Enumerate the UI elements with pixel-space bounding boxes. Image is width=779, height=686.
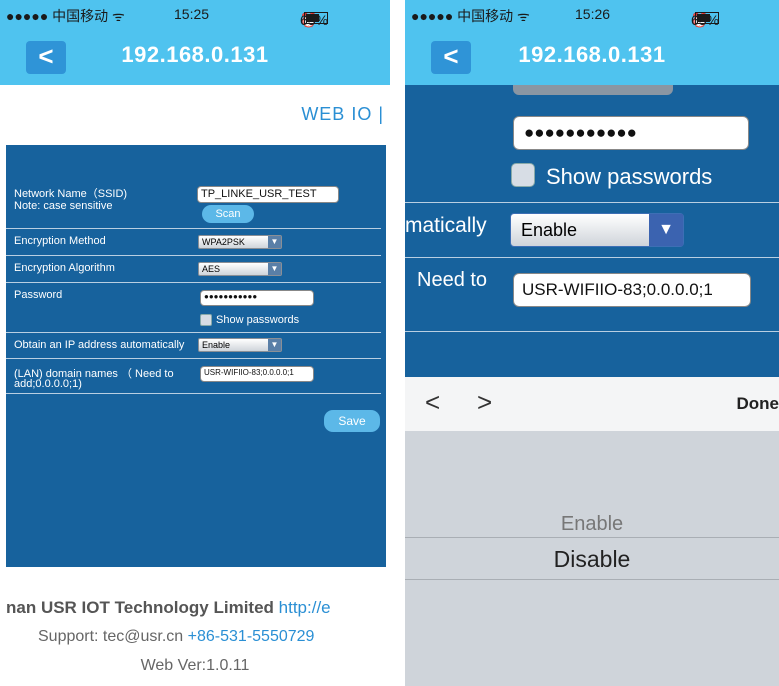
domain-input[interactable]: USR-WIFIIO-83;0.0.0.0;1 xyxy=(200,366,314,382)
clock: 15:26 xyxy=(575,6,611,22)
select-edge xyxy=(513,85,673,95)
divider xyxy=(6,255,381,256)
done-button[interactable]: Done xyxy=(737,394,779,414)
battery-icon xyxy=(304,12,328,24)
picker-divider xyxy=(405,537,779,538)
dhcp-select[interactable]: Enable ▼ xyxy=(510,213,684,247)
show-passwords-label: Show passwords xyxy=(216,314,300,326)
chevron-down-icon: ▼ xyxy=(268,236,281,248)
carrier-label: ●●●●● 中国移动 ᯤ xyxy=(6,8,125,24)
version-line: Web Ver:1.0.11 xyxy=(140,657,250,674)
chevron-down-icon: ▼ xyxy=(649,214,683,246)
battery-icon xyxy=(695,12,719,24)
webio-link[interactable]: WEB IO | xyxy=(301,104,384,125)
divider xyxy=(6,332,381,333)
dhcp-value: Enable xyxy=(202,340,231,350)
dhcp-select[interactable]: Enable ▼ xyxy=(198,338,282,352)
enc-alg-value: AES xyxy=(202,264,221,274)
picker-divider xyxy=(405,579,779,580)
save-button[interactable]: Save xyxy=(324,410,380,432)
password-input[interactable]: ●●●●●●●●●●● xyxy=(513,116,749,150)
enc-method-label: Encryption Method xyxy=(14,235,106,247)
show-passwords-checkbox[interactable] xyxy=(200,314,212,326)
divider xyxy=(6,393,381,394)
password-label: Password xyxy=(14,289,63,301)
domain-label: Need to xyxy=(417,269,488,291)
chevron-down-icon: ▼ xyxy=(268,339,281,351)
company-name: nan USR IOT Technology Limited xyxy=(6,598,274,617)
zoomed-form: ●●●●●●●●●●● Show passwords matically Ena… xyxy=(405,85,779,377)
status-bar: ●●●●● 中国移动 ᯤ 15:25 ⏰ 65% xyxy=(0,0,390,28)
page-title: 192.168.0.131 xyxy=(121,42,269,67)
password-input[interactable]: ●●●●●●●●●●● xyxy=(200,290,314,306)
company-link[interactable]: http://e xyxy=(279,598,331,617)
picker-option[interactable]: Enable xyxy=(405,513,779,536)
clock: 15:25 xyxy=(174,6,210,22)
left-screenshot: ●●●●● 中国移动 ᯤ 15:25 ⏰ 65% < 192.168.0.131… xyxy=(0,0,390,686)
divider xyxy=(405,202,779,203)
picker-option-selected[interactable]: Disable xyxy=(405,546,779,573)
support-line: Support: tec@usr.cn +86-531-5550729 xyxy=(38,628,390,646)
right-screenshot: ●●●●● 中国移动 ᯤ 15:26 ⏰ 65% < 192.168.0.131… xyxy=(405,0,779,686)
nav-bar: < 192.168.0.131 xyxy=(405,28,779,85)
enc-method-select[interactable]: WPA2PSK ▼ xyxy=(198,235,282,249)
ssid-label: Network Name（SSID) xyxy=(14,188,128,200)
select-picker[interactable]: Enable Disable xyxy=(405,431,779,686)
support-email: Support: tec@usr.cn xyxy=(38,628,184,645)
wifi-settings-form: Network Name（SSID) Note: case sensitive … xyxy=(6,145,386,567)
divider xyxy=(6,228,381,229)
show-passwords-checkbox[interactable] xyxy=(511,163,535,187)
ssid-input[interactable]: TP_LINKE_USR_TEST xyxy=(197,186,339,203)
show-passwords-label: Show passwords xyxy=(546,164,713,189)
dhcp-value: Enable xyxy=(521,220,578,240)
dhcp-label: Obtain an IP address automatically xyxy=(14,339,185,351)
enc-alg-label: Encryption Algorithm xyxy=(14,262,115,274)
divider xyxy=(405,331,779,332)
chevron-down-icon: ▼ xyxy=(268,263,281,275)
nav-bar: < 192.168.0.131 xyxy=(0,28,390,85)
prev-field-button[interactable]: < xyxy=(425,387,440,418)
domain-label-cont: add;0.0.0.0;1) xyxy=(14,378,82,390)
divider xyxy=(6,282,381,283)
enc-method-value: WPA2PSK xyxy=(202,237,245,247)
next-field-button[interactable]: > xyxy=(477,387,492,418)
dhcp-label: matically xyxy=(405,214,487,237)
company-line: nan USR IOT Technology Limited http://e xyxy=(6,598,390,618)
carrier-label: ●●●●● 中国移动 ᯤ xyxy=(411,8,530,24)
keyboard-toolbar: < > Done xyxy=(405,377,779,432)
enc-alg-select[interactable]: AES ▼ xyxy=(198,262,282,276)
ssid-note: Note: case sensitive xyxy=(14,200,113,212)
divider xyxy=(6,358,381,359)
support-phone[interactable]: +86-531-5550729 xyxy=(188,628,315,645)
domain-input[interactable]: USR-WIFIIO-83;0.0.0.0;1 xyxy=(513,273,751,307)
scan-button[interactable]: Scan xyxy=(202,205,254,223)
status-bar: ●●●●● 中国移动 ᯤ 15:26 ⏰ 65% xyxy=(405,0,779,28)
page-title: 192.168.0.131 xyxy=(518,42,666,67)
divider xyxy=(405,257,779,258)
